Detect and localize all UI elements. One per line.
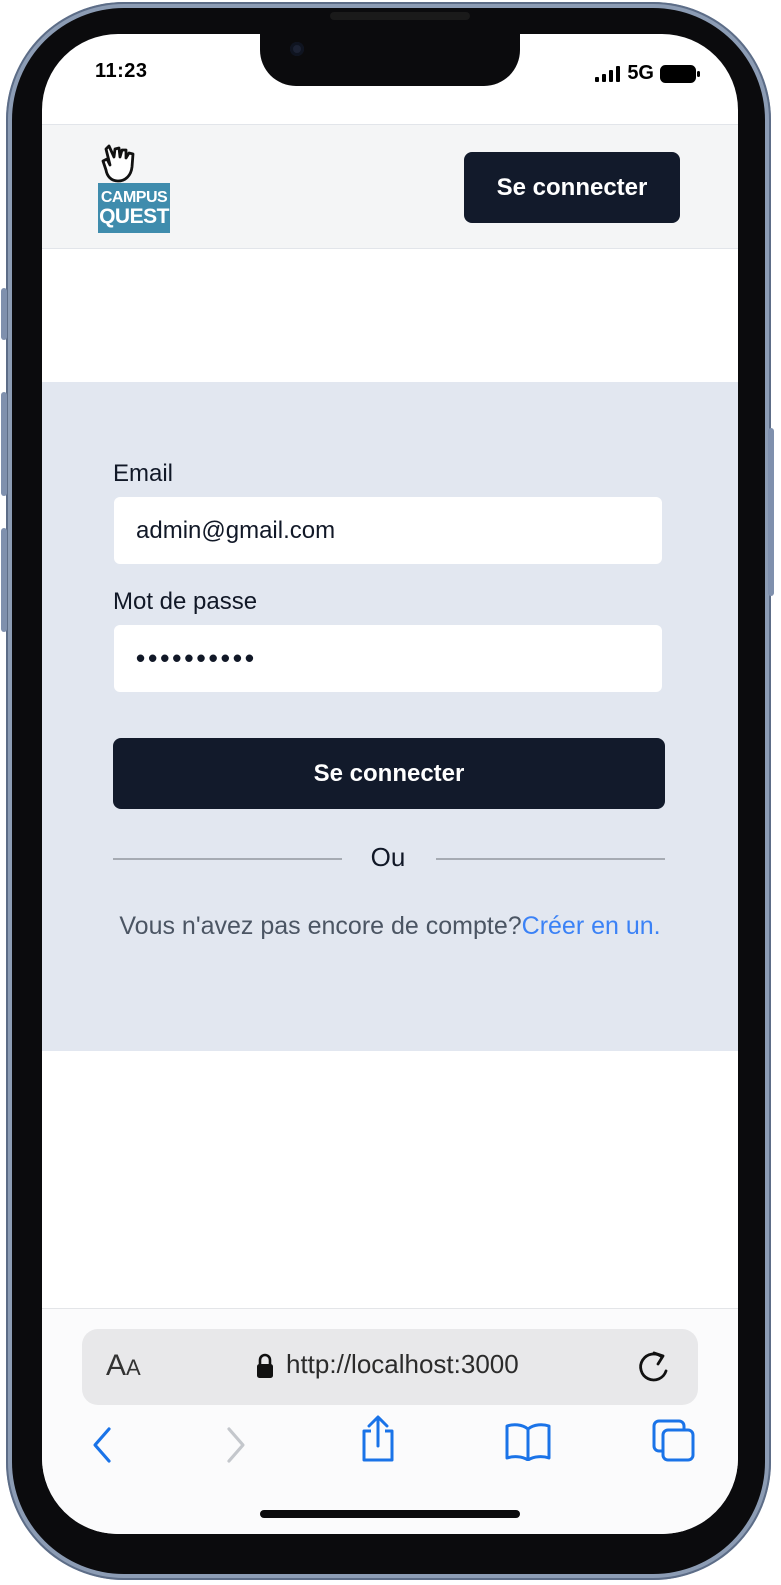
address-bar[interactable]: AA http://localhost:3000	[82, 1329, 698, 1405]
password-field-value: ••••••••••	[136, 643, 258, 673]
tabs-icon[interactable]	[652, 1419, 696, 1463]
network-label: 5G	[627, 62, 654, 84]
notch	[260, 34, 520, 86]
phone-screen: 11:23 5G CAMPUS QUEST Se connecter Email	[42, 34, 738, 1534]
signup-prompt: Vous n'avez pas encore de compte?Créer e…	[112, 908, 668, 944]
divider-text: Ou	[370, 842, 406, 872]
phone-power-button	[768, 428, 774, 596]
forward-icon[interactable]	[224, 1425, 248, 1465]
email-field-value: admin@gmail.com	[136, 516, 336, 544]
phone-speaker	[330, 12, 470, 20]
share-icon[interactable]	[358, 1415, 398, 1463]
phone-mute-switch	[1, 288, 7, 340]
url-text: http://localhost:3000	[286, 1349, 519, 1379]
login-submit-button[interactable]: Se connecter	[113, 738, 665, 809]
email-field[interactable]: admin@gmail.com	[114, 497, 662, 564]
divider-line-left	[113, 858, 342, 860]
logo-text-campus: CAMPUS	[100, 188, 168, 206]
header-login-button[interactable]: Se connecter	[464, 152, 680, 223]
text-size-button[interactable]: AA	[106, 1349, 141, 1383]
back-icon[interactable]	[90, 1425, 114, 1465]
hand-pointer-icon	[101, 144, 135, 183]
signal-icon	[595, 65, 621, 82]
home-indicator	[260, 1510, 520, 1518]
reload-icon[interactable]	[636, 1347, 672, 1385]
signup-prompt-text: Vous n'avez pas encore de compte?	[119, 912, 522, 940]
logo-text-quest: QUEST	[99, 204, 169, 228]
divider-line-right	[436, 858, 665, 860]
phone-volume-down	[1, 528, 7, 632]
status-indicators: 5G	[595, 62, 700, 85]
login-panel: Email admin@gmail.com Mot de passe •••••…	[42, 382, 738, 1051]
email-label: Email	[113, 460, 174, 487]
signup-link[interactable]: Créer en un.	[522, 912, 661, 940]
app-header: CAMPUS QUEST Se connecter	[42, 124, 738, 249]
bookmarks-icon[interactable]	[504, 1421, 552, 1461]
battery-icon	[660, 64, 700, 83]
browser-toolbar: AA http://localhost:3000	[42, 1308, 738, 1534]
logo-tile: CAMPUS QUEST	[98, 183, 170, 233]
status-time: 11:23	[95, 60, 148, 82]
phone-volume-up	[1, 392, 7, 496]
password-field[interactable]: ••••••••••	[114, 625, 662, 692]
lock-icon	[257, 1353, 273, 1378]
campus-quest-logo[interactable]: CAMPUS QUEST	[98, 143, 172, 235]
front-camera	[290, 42, 304, 56]
password-label: Mot de passe	[113, 588, 258, 615]
